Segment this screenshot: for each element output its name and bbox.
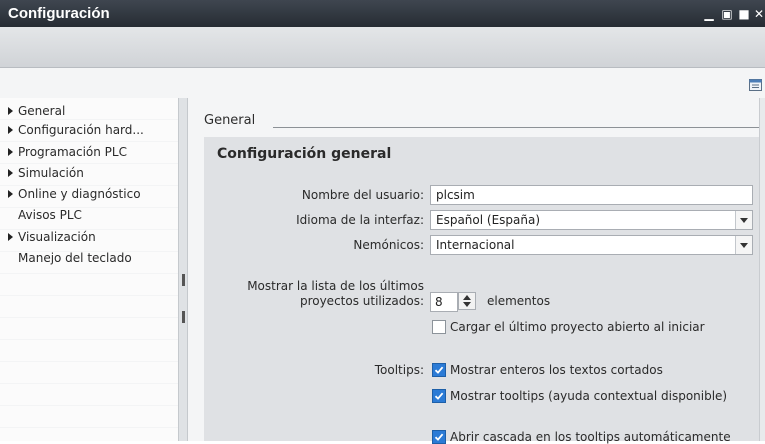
section-divider [273, 127, 759, 128]
show-full-texts-label: Mostrar enteros los textos cortados [450, 363, 663, 377]
show-tooltips-label: Mostrar tooltips (ayuda contextual dispo… [450, 389, 728, 403]
expand-arrow-icon[interactable] [8, 233, 13, 241]
nav-item-label: Visualización [18, 230, 96, 244]
show-full-texts-checkbox[interactable] [432, 363, 446, 377]
nav-item-label: Manejo del teclado [18, 251, 132, 265]
nav-item-hardware-config[interactable]: Configuración hard... [8, 120, 144, 140]
nav-item-label: Configuración hard... [18, 123, 144, 137]
stepper-up-icon[interactable] [463, 295, 471, 300]
chevron-down-icon[interactable] [735, 211, 752, 229]
content-scrollbar[interactable] [759, 98, 765, 441]
tooltips-label: Tooltips: [374, 363, 424, 377]
nav-item-label: General [18, 104, 66, 118]
mnemonics-label: Nemónicos: [353, 238, 424, 252]
username-input[interactable]: plcsim [430, 185, 753, 205]
expand-arrow-icon[interactable] [8, 148, 13, 156]
recent-projects-stepper[interactable] [458, 292, 476, 310]
tooltip-cascade-label: Abrir cascada en los tooltips automática… [450, 430, 731, 444]
toolbar-strip [0, 27, 765, 68]
expand-arrow-icon[interactable] [8, 169, 13, 177]
panel-title: Configuración general [217, 146, 392, 162]
language-select[interactable]: Español (España) [430, 210, 753, 230]
close-icon[interactable]: ✕ [753, 0, 765, 27]
expand-arrow-icon[interactable] [8, 190, 13, 198]
nav-item-label: Avisos PLC [18, 208, 82, 222]
recent-projects-unit: elementos [487, 294, 551, 308]
expand-arrow-icon[interactable] [8, 126, 13, 134]
mnemonics-select[interactable]: Internacional [430, 235, 753, 255]
sidebar-splitter[interactable] [178, 98, 188, 441]
nav-item-plc-programming[interactable]: Programación PLC [8, 142, 127, 162]
panel-layout-icon[interactable] [749, 79, 762, 91]
recent-projects-label-line1: Mostrar la lista de los últimos [247, 279, 424, 293]
nav-item-simulation[interactable]: Simulación [8, 163, 84, 183]
mnemonics-value: Internacional [436, 238, 515, 252]
nav-item-online-diagnostics[interactable]: Online y diagnóstico [8, 184, 141, 204]
nav-item-plc-alarms[interactable]: Avisos PLC [8, 205, 82, 225]
splitter-grip-icon[interactable] [182, 311, 185, 323]
section-title: General [204, 113, 256, 128]
recent-projects-count-input[interactable]: 8 [430, 292, 458, 312]
username-label: Nombre del usuario: [301, 188, 424, 202]
nav-item-label: Programación PLC [18, 145, 127, 159]
nav-item-general[interactable]: General [8, 101, 65, 121]
stepper-down-icon[interactable] [463, 302, 471, 307]
title-bar: Configuración ▁ ▣ ■ ✕ [0, 0, 765, 27]
show-tooltips-checkbox[interactable] [432, 389, 446, 403]
checkmark-icon [434, 392, 444, 400]
nav-item-label: Online y diagnóstico [18, 187, 141, 201]
load-last-project-checkbox[interactable] [432, 320, 446, 334]
nav-item-label: Simulación [18, 166, 84, 180]
header-band [0, 68, 765, 98]
tooltip-cascade-checkbox[interactable] [432, 430, 446, 444]
language-label: Idioma de la interfaz: [296, 213, 424, 227]
recent-projects-label-line2: proyectos utilizados: [299, 294, 424, 308]
minimize-icon[interactable]: ▁ [701, 0, 717, 27]
load-last-project-label: Cargar el último proyecto abierto al ini… [450, 320, 705, 334]
language-value: Español (España) [436, 213, 541, 227]
expand-arrow-icon[interactable] [8, 107, 13, 115]
restore-icon[interactable]: ▣ [719, 0, 735, 27]
nav-item-keyboard[interactable]: Manejo del teclado [8, 248, 132, 268]
nav-item-visualization[interactable]: Visualización [8, 227, 96, 247]
splitter-grip-icon[interactable] [182, 274, 185, 286]
window-title: Configuración [8, 5, 110, 22]
chevron-down-icon[interactable] [735, 236, 752, 254]
checkmark-icon [434, 366, 444, 374]
maximize-icon[interactable]: ■ [737, 0, 751, 27]
